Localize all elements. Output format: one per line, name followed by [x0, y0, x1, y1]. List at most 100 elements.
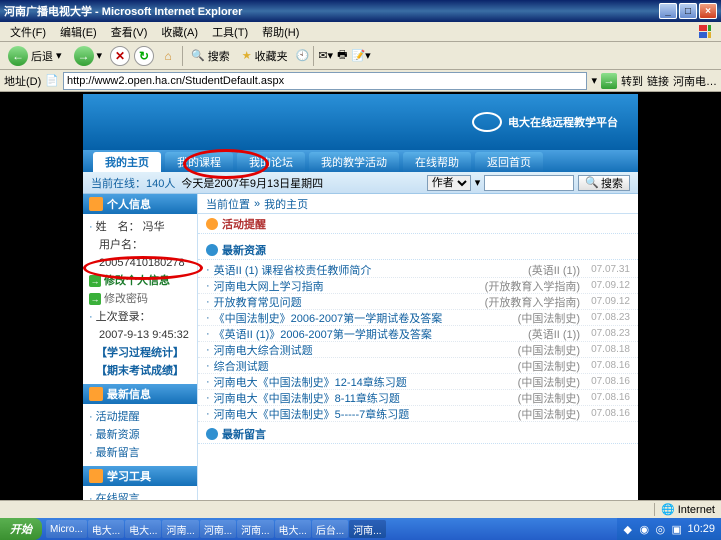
list-item[interactable]: ·河南电大《中国法制史》5-----7章练习题(中国法制史)07.08.16: [198, 406, 638, 422]
breadcrumb: 当前位置»我的主页: [198, 194, 638, 214]
menu-edit[interactable]: 编辑(E): [54, 22, 103, 42]
edit-button[interactable]: 📝▾: [351, 49, 370, 62]
start-button[interactable]: 开始: [0, 518, 42, 540]
news-icon: [89, 387, 103, 401]
list-item[interactable]: ·河南电大《中国法制史》12-14章练习题(中国法制史)07.08.16: [198, 374, 638, 390]
menu-view[interactable]: 查看(V): [105, 22, 154, 42]
forward-icon: →: [74, 46, 94, 66]
tab[interactable]: 我的主页: [93, 152, 161, 172]
separator: [182, 46, 183, 66]
change-password-button[interactable]: →修改密码: [89, 290, 191, 308]
panel-news-header: 最新信息: [83, 384, 197, 404]
sidebar-item[interactable]: ·最新留言: [89, 444, 191, 462]
tab[interactable]: 在线帮助: [403, 152, 471, 172]
taskbar-item[interactable]: 电大...: [275, 520, 311, 538]
tab[interactable]: 返回首页: [475, 152, 543, 172]
home-button[interactable]: ⌂: [158, 46, 178, 66]
address-input[interactable]: [63, 72, 587, 90]
address-label: 地址(D): [4, 73, 41, 89]
refresh-button[interactable]: ↻: [134, 46, 154, 66]
arrow-right-icon: →: [89, 293, 101, 305]
tray-icon[interactable]: ▣: [671, 523, 683, 535]
list-item[interactable]: ·河南电大《中国法制史》8-11章练习题(中国法制史)07.08.16: [198, 390, 638, 406]
ie-status-bar: 🌐Internet: [0, 500, 721, 518]
menu-file[interactable]: 文件(F): [4, 22, 52, 42]
study-stats-link[interactable]: 【学习过程统计】: [96, 345, 184, 361]
print-button[interactable]: 🖶: [337, 46, 347, 65]
address-bar: 地址(D) 📄 ▾ → 转到 链接 河南电…: [0, 70, 721, 92]
profile-icon: [89, 197, 103, 211]
taskbar-item[interactable]: 电大...: [125, 520, 161, 538]
edit-profile-button[interactable]: →修改个人信息: [89, 272, 191, 290]
brand-logo-icon: [472, 112, 502, 132]
taskbar-item[interactable]: 河南...: [200, 520, 236, 538]
bell-icon: [206, 218, 218, 230]
nav-tabs: 我的主页我的课程我的论坛我的教学活动在线帮助返回首页: [83, 150, 638, 172]
star-icon: ★: [242, 49, 252, 62]
list-item[interactable]: ·综合测试题(中国法制史)07.08.16: [198, 358, 638, 374]
go-button[interactable]: →: [601, 73, 617, 89]
today-date: 今天是2007年9月13日星期四: [181, 175, 323, 191]
section-messages-header: 最新留言: [198, 424, 638, 444]
maximize-button[interactable]: □: [679, 3, 697, 19]
list-item[interactable]: ·河南电大综合测试题(中国法制史)07.08.18: [198, 342, 638, 358]
message-icon: [206, 428, 218, 440]
section-activity-header: 活动提醒: [198, 214, 638, 234]
history-button[interactable]: 🕙: [296, 49, 310, 62]
viewport: 电大在线远程教学平台 我的主页我的课程我的论坛我的教学活动在线帮助返回首页 当前…: [0, 92, 721, 520]
favorites-button[interactable]: ★收藏夹: [238, 46, 292, 66]
close-button[interactable]: ×: [699, 3, 717, 19]
menu-tools[interactable]: 工具(T): [206, 22, 254, 42]
links-label[interactable]: 链接: [647, 73, 669, 89]
back-icon: ←: [8, 46, 28, 66]
menu-favorites[interactable]: 收藏(A): [155, 22, 204, 42]
taskbar-item[interactable]: 河南...: [349, 520, 385, 538]
list-item[interactable]: ·《英语II (1)》2006-2007第一学期试卷及答案(英语II (1))0…: [198, 326, 638, 342]
menu-help[interactable]: 帮助(H): [256, 22, 305, 42]
taskbar-item[interactable]: 河南...: [162, 520, 198, 538]
sidebar: 个人信息 ·姓 名：冯华 用户名： 20057410180278 →修改个人信息…: [83, 194, 198, 518]
tab[interactable]: 我的课程: [165, 152, 233, 172]
search-button[interactable]: 🔍搜索: [187, 46, 234, 66]
section-resources-header: 最新资源: [198, 240, 638, 260]
back-button[interactable]: ←后退▾: [4, 44, 66, 68]
stop-button[interactable]: ✕: [110, 46, 130, 66]
minimize-button[interactable]: _: [659, 3, 677, 19]
forward-button[interactable]: →▾: [70, 44, 107, 68]
taskbar-item[interactable]: 河南...: [237, 520, 273, 538]
links-ext[interactable]: 河南电…: [673, 73, 717, 89]
toolbar: ←后退▾ →▾ ✕ ↻ ⌂ 🔍搜索 ★收藏夹 🕙 ✉▾ 🖶 📝▾: [0, 42, 721, 70]
search-type-select[interactable]: 作者: [427, 175, 471, 191]
windows-flag-icon: [693, 23, 717, 41]
menu-bar: 文件(F) 编辑(E) 查看(V) 收藏(A) 工具(T) 帮助(H): [0, 22, 721, 42]
online-count: 当前在线：140人: [91, 175, 175, 191]
system-tray: ◆ ◉ ◎ ▣ 10:29: [617, 518, 721, 540]
brand-name: 电大在线远程教学平台: [508, 114, 618, 130]
window-titlebar: 河南广播电视大学 - Microsoft Internet Explorer _…: [0, 0, 721, 22]
tab[interactable]: 我的教学活动: [309, 152, 399, 172]
sidebar-item[interactable]: ·最新资源: [89, 426, 191, 444]
list-item[interactable]: ·河南电大网上学习指南(开放教育入学指南)07.09.12: [198, 278, 638, 294]
list-item[interactable]: ·开放教育常见问题(开放教育入学指南)07.09.12: [198, 294, 638, 310]
tray-icon[interactable]: ◉: [639, 523, 651, 535]
taskbar-item[interactable]: 电大...: [88, 520, 124, 538]
page-content: 电大在线远程教学平台 我的主页我的课程我的论坛我的教学活动在线帮助返回首页 当前…: [83, 94, 638, 518]
taskbar-item[interactable]: 后台...: [312, 520, 348, 538]
arrow-right-icon: →: [89, 275, 101, 287]
clock[interactable]: 10:29: [687, 523, 715, 535]
separator: [313, 46, 314, 66]
exam-scores-link[interactable]: 【期末考试成绩】: [96, 363, 184, 379]
tab[interactable]: 我的论坛: [237, 152, 305, 172]
list-item[interactable]: ·《中国法制史》2006-2007第一学期试卷及答案(中国法制史)07.08.2…: [198, 310, 638, 326]
tray-icon[interactable]: ◎: [655, 523, 667, 535]
sidebar-item[interactable]: ·活动提醒: [89, 408, 191, 426]
taskbar-item[interactable]: Micro...: [46, 520, 87, 538]
last-login: 2007-9-13 9:45:32: [99, 327, 189, 343]
search-button[interactable]: 🔍搜索: [578, 175, 630, 191]
panel-profile-header: 个人信息: [83, 194, 197, 214]
search-input[interactable]: [484, 175, 574, 191]
mail-button[interactable]: ✉▾: [318, 49, 333, 62]
tray-icon[interactable]: ◆: [623, 523, 635, 535]
list-item[interactable]: ·英语II (1) 课程省校责任教师简介(英语II (1))07.07.31: [198, 262, 638, 278]
go-label: 转到: [621, 73, 643, 89]
